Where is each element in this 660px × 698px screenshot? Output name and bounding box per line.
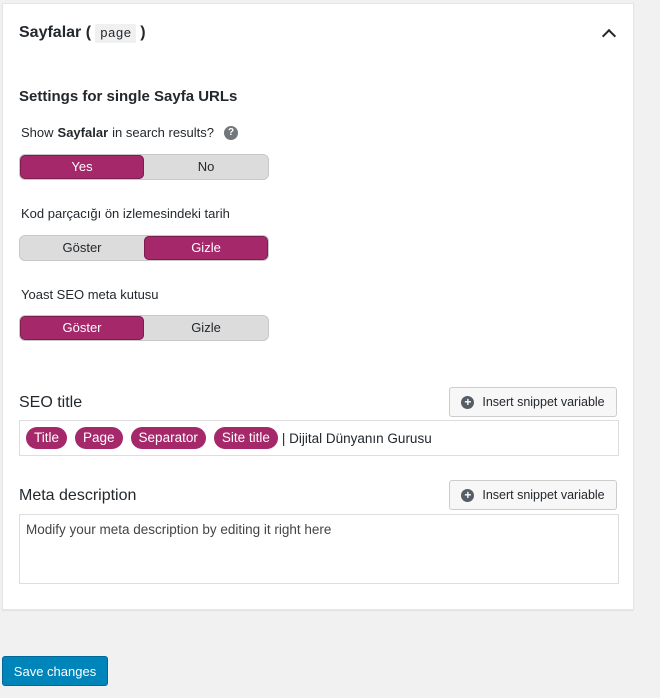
variable-pill-site-title[interactable]: Site title [213, 427, 278, 449]
panel-title: Sayfalar ( page ) [19, 23, 146, 43]
snippet-date-toggle: Göster Gizle [19, 235, 269, 261]
question-text-bold: Sayfalar [57, 125, 109, 140]
insert-snippet-label: Insert snippet variable [482, 395, 605, 409]
search-results-question: Show Sayfalar in search results? ? [21, 125, 239, 140]
variable-pill-page[interactable]: Page [75, 427, 123, 449]
meta-description-input[interactable]: Modify your meta description by editing … [19, 514, 619, 584]
panel-title-prefix: Sayfalar ( [19, 24, 92, 41]
save-changes-button[interactable]: Save changes [2, 656, 108, 686]
insert-snippet-variable-button[interactable]: + Insert snippet variable [449, 480, 617, 510]
help-icon[interactable]: ? [224, 125, 239, 140]
panel-title-suffix: ) [140, 24, 146, 41]
toggle-option-hide[interactable]: Gizle [144, 316, 268, 340]
meta-description-label: Meta description [19, 487, 137, 504]
snippet-date-label: Kod parçacığı ön izlemesindeki tarih [21, 206, 230, 221]
seo-title-label: SEO title [19, 394, 83, 411]
question-text-post: in search results? [112, 125, 215, 140]
insert-snippet-label: Insert snippet variable [482, 488, 605, 502]
chevron-up-icon[interactable] [601, 25, 617, 41]
meta-box-label: Yoast SEO meta kutusu [21, 287, 159, 302]
meta-box-toggle: Göster Gizle [19, 315, 269, 341]
toggle-option-no[interactable]: No [144, 155, 268, 179]
settings-panel: Sayfalar ( page ) Settings for single Sa… [2, 3, 634, 610]
question-text-pre: Show [21, 125, 54, 140]
toggle-option-yes[interactable]: Yes [20, 155, 144, 179]
seo-title-text: | Dijital Dünyanın Gurusu [281, 430, 432, 446]
plus-circle-icon: + [461, 488, 475, 502]
variable-pill-separator[interactable]: Separator [130, 427, 206, 449]
seo-title-input[interactable]: Title Page Separator Site title | Dijita… [19, 420, 619, 456]
post-type-code: page [95, 23, 137, 43]
variable-pill-title[interactable]: Title [26, 427, 68, 449]
section-title: Settings for single Sayfa URLs [19, 88, 238, 105]
panel-header[interactable]: Sayfalar ( page ) [19, 20, 617, 46]
toggle-option-hide[interactable]: Gizle [144, 236, 268, 260]
toggle-option-show[interactable]: Göster [20, 236, 144, 260]
search-results-toggle: Yes No [19, 154, 269, 180]
plus-circle-icon: + [461, 395, 475, 409]
toggle-option-show[interactable]: Göster [20, 316, 144, 340]
insert-snippet-variable-button[interactable]: + Insert snippet variable [449, 387, 617, 417]
